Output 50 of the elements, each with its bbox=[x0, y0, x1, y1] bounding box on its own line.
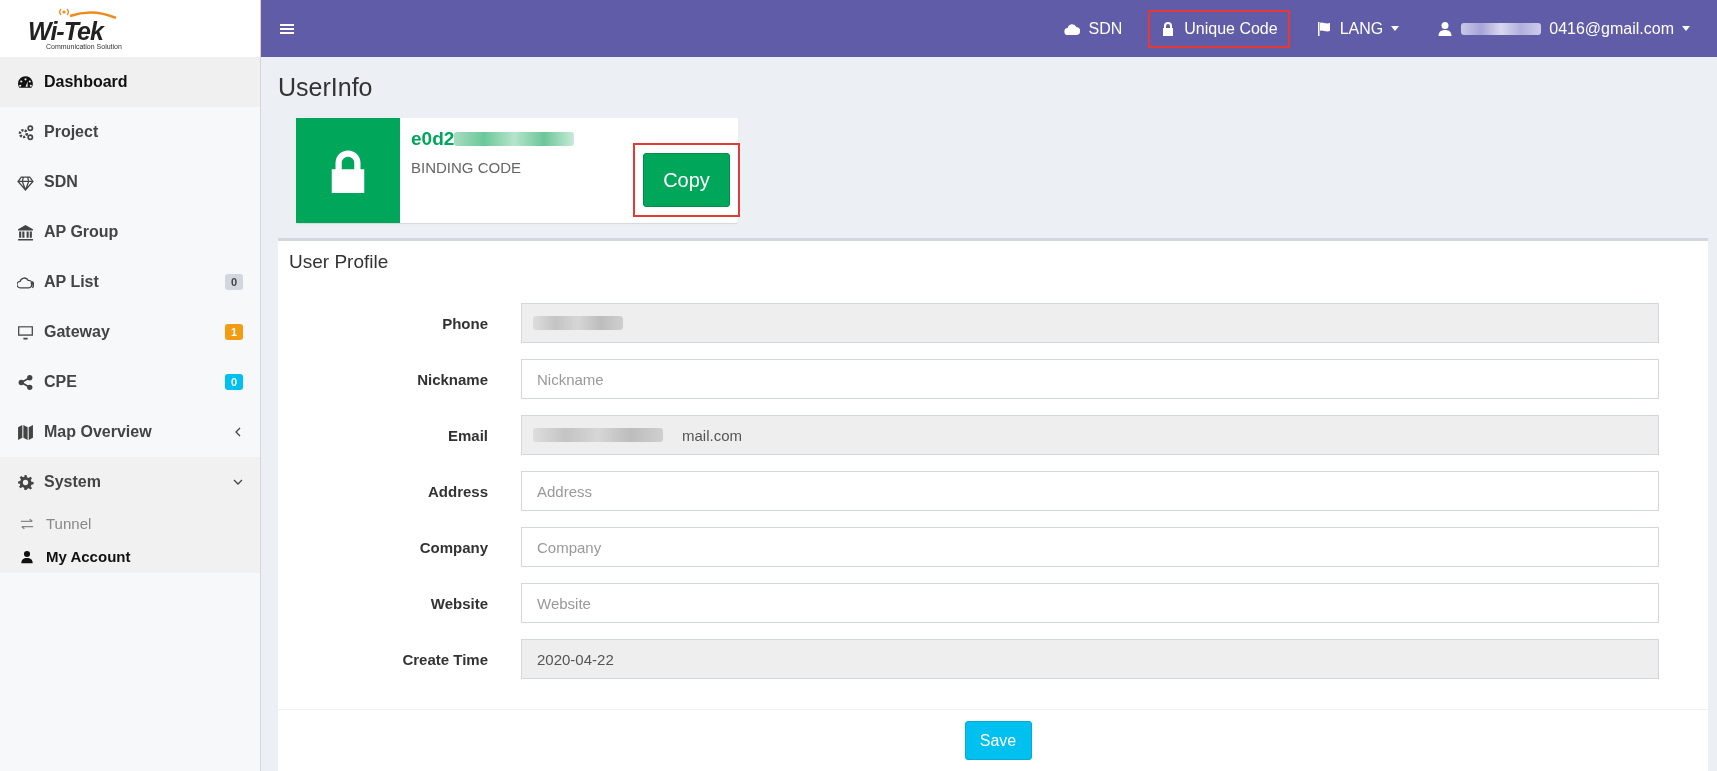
input-field[interactable]: mail.com bbox=[521, 415, 1659, 455]
topbar-link[interactable]: Unique Code bbox=[1148, 9, 1290, 48]
sidebar-item[interactable]: System bbox=[0, 457, 260, 507]
map-icon bbox=[17, 423, 34, 441]
count-badge: 0 bbox=[224, 374, 243, 390]
input-field[interactable]: Nickname bbox=[521, 359, 1659, 399]
submenu-item[interactable]: My Account bbox=[0, 540, 260, 573]
input-field[interactable]: Address bbox=[521, 471, 1659, 511]
caret-icon bbox=[1391, 26, 1400, 31]
page-title: UserInfo bbox=[278, 73, 374, 102]
gauge-icon bbox=[17, 73, 34, 91]
input-field[interactable] bbox=[521, 303, 1659, 343]
field-label: Create Time bbox=[401, 650, 488, 668]
user-icon bbox=[20, 549, 34, 564]
caret-icon bbox=[1682, 26, 1690, 31]
topbar-link[interactable]: LANG bbox=[1303, 9, 1412, 48]
logo-wordmark: Wi-Tek bbox=[28, 18, 103, 43]
sidebar-item[interactable]: SDN bbox=[0, 157, 260, 207]
gears-icon bbox=[17, 123, 34, 141]
topbar-link[interactable]: 0416@gmail.com bbox=[1425, 9, 1702, 48]
panel-title: User Profile bbox=[288, 250, 390, 274]
sidebar-item[interactable]: Gateway 1 bbox=[0, 307, 260, 357]
field-label: Address bbox=[426, 482, 488, 500]
bank-icon bbox=[17, 223, 34, 241]
input-field[interactable]: Company bbox=[521, 527, 1659, 567]
monitor-icon bbox=[17, 323, 34, 341]
sidebar-item[interactable]: CPE 0 bbox=[0, 357, 260, 407]
topbar-link[interactable]: SDN bbox=[1052, 9, 1135, 48]
count-badge: 1 bbox=[224, 324, 243, 340]
input-field[interactable]: Website bbox=[521, 583, 1659, 623]
field-label: Website bbox=[429, 594, 488, 612]
input-field[interactable]: 2020-04-22 bbox=[521, 639, 1659, 679]
user-icon bbox=[1437, 20, 1454, 37]
signal-arc-icon bbox=[58, 6, 118, 19]
sidebar-item[interactable]: Project bbox=[0, 107, 260, 157]
field-label: Nickname bbox=[416, 370, 488, 388]
sidebar-item[interactable]: AP List 0 bbox=[0, 257, 260, 307]
flag-icon bbox=[1315, 20, 1332, 37]
field-label: Email bbox=[446, 426, 488, 444]
sidebar-item[interactable]: Dashboard bbox=[0, 57, 260, 107]
field-label: Company bbox=[418, 538, 488, 556]
sidebar-item[interactable]: AP Group bbox=[0, 207, 260, 257]
binding-code: e0d2 bbox=[411, 128, 455, 150]
count-badge: 0 bbox=[224, 274, 243, 290]
field-label: Phone bbox=[441, 314, 488, 332]
swap-arrows-icon bbox=[20, 516, 34, 531]
code-label: BINDING CODE bbox=[411, 159, 522, 176]
settings-icon bbox=[17, 473, 34, 491]
sidebar-item[interactable]: Map Overview bbox=[0, 407, 260, 457]
share-icon bbox=[17, 373, 34, 391]
